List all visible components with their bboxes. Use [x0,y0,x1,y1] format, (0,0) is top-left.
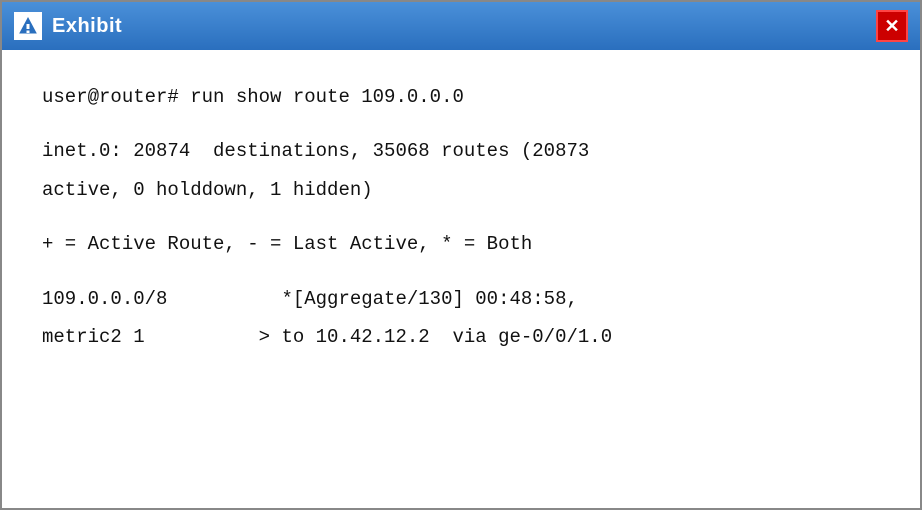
close-button[interactable]: ✕ [876,10,908,42]
window-icon [14,12,42,40]
terminal-line-cmd: user@router# run show route 109.0.0.0 [42,82,880,112]
terminal-line-legend: + = Active Route, - = Last Active, * = B… [42,229,880,259]
window-title: Exhibit [52,15,122,38]
close-icon: ✕ [884,16,899,37]
terminal-line-active: active, 0 holddown, 1 hidden) [42,175,880,205]
title-bar: Exhibit ✕ [2,2,920,50]
terminal-line-route1: 109.0.0.0/8 *[Aggregate/130] 00:48:58, [42,284,880,314]
exhibit-window: Exhibit ✕ user@router# run show route 10… [0,0,922,510]
terminal-content: user@router# run show route 109.0.0.0 in… [2,50,920,508]
title-bar-left: Exhibit [14,12,122,40]
terminal-line-route2: metric2 1 > to 10.42.12.2 via ge-0/0/1.0 [42,322,880,352]
terminal-line-inet: inet.0: 20874 destinations, 35068 routes… [42,136,880,166]
